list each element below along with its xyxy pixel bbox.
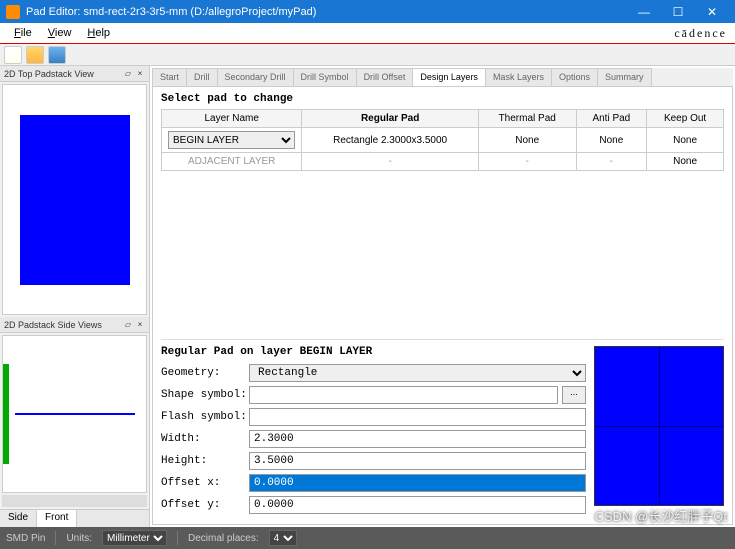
- height-input[interactable]: [249, 452, 586, 470]
- cell-keepout[interactable]: None: [647, 128, 724, 153]
- table-row[interactable]: ADJACENT LAYER - - - None: [162, 153, 724, 171]
- cell-thermal: -: [478, 153, 576, 171]
- menu-bar: File View Help cādence: [0, 23, 735, 44]
- decimal-select[interactable]: 4: [269, 530, 297, 546]
- dock-close-icon[interactable]: ×: [135, 69, 145, 79]
- label-offset-x: Offset x:: [161, 477, 249, 489]
- label-width: Width:: [161, 433, 249, 445]
- dock-title-top: 2D Top Padstack View: [4, 69, 94, 79]
- tab-front[interactable]: Front: [37, 510, 77, 527]
- tab-strip: Start Drill Secondary Drill Drill Symbol…: [152, 68, 733, 86]
- cell-regular: -: [302, 153, 479, 171]
- app-icon: [6, 5, 20, 19]
- layer-select[interactable]: BEGIN LAYER: [168, 131, 295, 149]
- new-icon[interactable]: [4, 46, 22, 64]
- browse-button[interactable]: ...: [562, 386, 586, 404]
- cell-anti[interactable]: None: [576, 128, 647, 153]
- status-bar: SMD Pin Units: Millimeter Decimal places…: [0, 527, 735, 549]
- pad-top-shape: [20, 115, 130, 285]
- cell-layer: ADJACENT LAYER: [162, 153, 302, 171]
- tab-summary[interactable]: Summary: [597, 68, 652, 86]
- label-height: Height:: [161, 455, 249, 467]
- minimize-button[interactable]: —: [627, 0, 661, 23]
- units-select[interactable]: Millimeter: [102, 530, 167, 546]
- th-layer: Layer Name: [162, 110, 302, 128]
- shape-input[interactable]: [249, 386, 558, 404]
- main-panel: Start Drill Secondary Drill Drill Symbol…: [150, 66, 735, 527]
- cell-keepout: None: [647, 153, 724, 171]
- left-panel: 2D Top Padstack View ▱ × 2D Padstack Sid…: [0, 66, 150, 527]
- width-input[interactable]: [249, 430, 586, 448]
- offset-x-input[interactable]: [249, 474, 586, 492]
- layers-table: Layer Name Regular Pad Thermal Pad Anti …: [161, 109, 724, 171]
- title-bar: Pad Editor: smd-rect-2r3-3r5-mm (D:/alle…: [0, 0, 735, 23]
- label-geometry: Geometry:: [161, 367, 249, 379]
- tab-mask-layers[interactable]: Mask Layers: [485, 68, 552, 86]
- side-green-strip: [3, 364, 9, 464]
- tab-start[interactable]: Start: [152, 68, 187, 86]
- offset-y-input[interactable]: [249, 496, 586, 514]
- brand-logo: cādence: [674, 26, 727, 41]
- pad-side-shape: [15, 413, 135, 415]
- pad-preview: [594, 346, 724, 506]
- side-preview[interactable]: [2, 335, 147, 493]
- label-offset-y: Offset y:: [161, 499, 249, 511]
- th-regular[interactable]: Regular Pad: [302, 110, 479, 128]
- table-row[interactable]: BEGIN LAYER Rectangle 2.3000x3.5000 None…: [162, 128, 724, 153]
- open-icon[interactable]: [26, 46, 44, 64]
- tab-drill-symbol[interactable]: Drill Symbol: [293, 68, 357, 86]
- flash-input[interactable]: [249, 408, 586, 426]
- tab-drill[interactable]: Drill: [186, 68, 218, 86]
- crosshair-h: [595, 426, 723, 427]
- dock-title-side: 2D Padstack Side Views: [4, 320, 102, 330]
- form-title: Regular Pad on layer BEGIN LAYER: [161, 346, 586, 358]
- cell-thermal[interactable]: None: [478, 128, 576, 153]
- window-title: Pad Editor: smd-rect-2r3-3r5-mm (D:/alle…: [26, 6, 627, 18]
- dock-header-side: 2D Padstack Side Views ▱ ×: [0, 317, 149, 333]
- tab-drill-offset[interactable]: Drill Offset: [356, 68, 414, 86]
- label-decimal: Decimal places:: [188, 533, 259, 544]
- toolbar: [0, 44, 735, 66]
- dock-float-icon[interactable]: ▱: [123, 320, 133, 330]
- label-units: Units:: [66, 533, 92, 544]
- th-thermal[interactable]: Thermal Pad: [478, 110, 576, 128]
- tab-design-layers[interactable]: Design Layers: [412, 68, 486, 86]
- section-title: Select pad to change: [161, 93, 724, 105]
- tab-side[interactable]: Side: [0, 510, 37, 527]
- cell-anti: -: [576, 153, 647, 171]
- dock-close-icon[interactable]: ×: [135, 320, 145, 330]
- status-type: SMD Pin: [6, 533, 45, 544]
- th-anti[interactable]: Anti Pad: [576, 110, 647, 128]
- menu-help[interactable]: Help: [79, 25, 118, 41]
- scrollbar-horizontal[interactable]: [2, 495, 147, 507]
- label-shape: Shape symbol:: [161, 389, 249, 401]
- maximize-button[interactable]: ☐: [661, 0, 695, 23]
- th-keepout[interactable]: Keep Out: [647, 110, 724, 128]
- top-preview[interactable]: [2, 84, 147, 315]
- dock-float-icon[interactable]: ▱: [123, 69, 133, 79]
- tab-options[interactable]: Options: [551, 68, 598, 86]
- close-button[interactable]: ✕: [695, 0, 729, 23]
- save-icon[interactable]: [48, 46, 66, 64]
- cell-regular[interactable]: Rectangle 2.3000x3.5000: [302, 128, 479, 153]
- geometry-select[interactable]: Rectangle: [249, 364, 586, 382]
- menu-file[interactable]: File: [6, 25, 40, 41]
- tab-secondary-drill[interactable]: Secondary Drill: [217, 68, 294, 86]
- label-flash: Flash symbol:: [161, 411, 249, 423]
- menu-view[interactable]: View: [40, 25, 80, 41]
- dock-header-top: 2D Top Padstack View ▱ ×: [0, 66, 149, 82]
